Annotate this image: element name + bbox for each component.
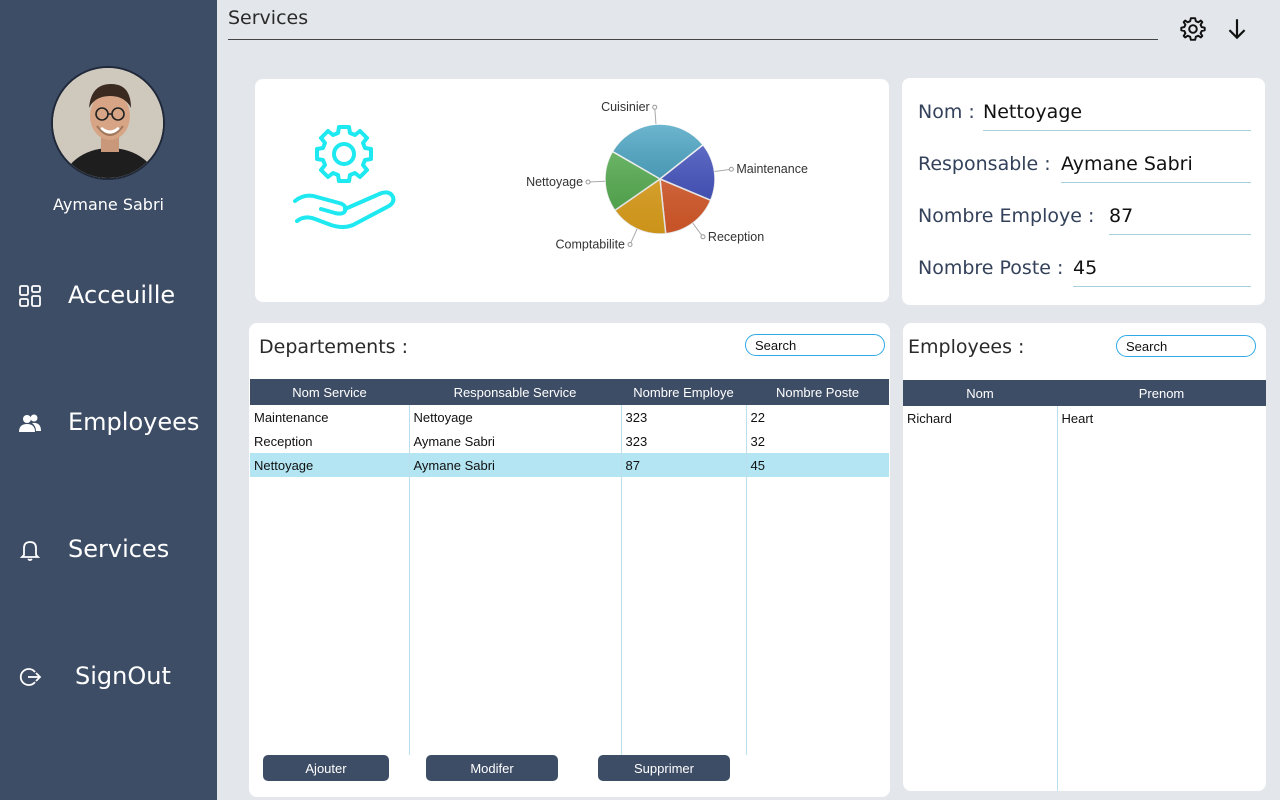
table-cell: Maintenance xyxy=(250,405,410,429)
table-cell: Heart xyxy=(1061,410,1094,426)
pie-leader-line xyxy=(654,107,657,125)
column-header[interactable]: Nom Service xyxy=(250,379,409,405)
pie-label: Comptabilite xyxy=(556,237,626,251)
column-header[interactable]: Responsable Service xyxy=(409,379,621,405)
pie-label: Cuisinier xyxy=(601,100,650,114)
edit-button[interactable]: Modifer xyxy=(426,755,558,781)
pie-leader-line xyxy=(714,168,732,173)
table-cell: 22 xyxy=(750,409,765,425)
pie-leader-line xyxy=(692,222,704,238)
table-cell: Reception xyxy=(250,429,410,453)
pie-leader-line xyxy=(588,180,606,183)
nombre-employe-label: Nombre Employe : xyxy=(918,205,1095,227)
column-header[interactable]: Prenom xyxy=(1057,380,1266,406)
nom-label: Nom : xyxy=(918,101,975,123)
pie-label: Reception xyxy=(708,230,764,244)
table-cell: 32 xyxy=(750,433,765,449)
avatar-portrait xyxy=(53,68,163,178)
nav-label-signout: SignOut xyxy=(75,662,171,690)
gear-icon[interactable] xyxy=(1180,16,1206,42)
responsable-label: Responsable : xyxy=(918,153,1051,175)
bell-icon xyxy=(19,541,41,561)
departements-title: Departements : xyxy=(259,336,409,358)
chart-card: Cuisinier Maintenance Reception Comptabilit… xyxy=(255,79,889,302)
nav-item-employees[interactable]: Employees xyxy=(0,397,217,447)
column-header[interactable]: Nom xyxy=(903,380,1057,406)
table-cell: Aymane Sabri xyxy=(409,429,622,453)
employees-table: Nom Prenom Richard Heart xyxy=(903,380,1266,430)
pie-leader-dot xyxy=(652,104,658,110)
pie-leader-dot xyxy=(585,179,591,185)
nom-field[interactable]: Nettoyage xyxy=(983,91,1251,131)
signout-icon xyxy=(19,668,42,686)
nav-label-employees: Employees xyxy=(68,408,200,436)
detail-row-responsable: Responsable : Aymane Sabri xyxy=(918,143,1251,183)
table-cell: Richard xyxy=(903,406,1058,430)
pie-leader-dot xyxy=(627,241,633,247)
employees-search-input[interactable] xyxy=(1116,335,1256,357)
detail-row-nom: Nom : Nettoyage xyxy=(918,91,1251,131)
download-arrow-icon[interactable] xyxy=(1224,16,1250,42)
services-pie-chart: Cuisinier Maintenance Reception Comptabilit… xyxy=(526,100,808,251)
add-button[interactable]: Ajouter xyxy=(263,755,389,781)
column-header[interactable]: Nombre Poste xyxy=(746,379,889,405)
column-divider xyxy=(1057,405,1058,791)
departements-table: Nom Service Responsable Service Nombre E… xyxy=(250,379,889,477)
pie-label: Nettoyage xyxy=(526,175,583,189)
grid-icon xyxy=(19,285,41,307)
page-title: Services xyxy=(228,7,309,29)
service-hand-gear-icon xyxy=(293,125,396,229)
departements-search-input[interactable] xyxy=(745,334,885,356)
table-cell: 323 xyxy=(621,405,747,429)
delete-button[interactable]: Supprimer xyxy=(598,755,730,781)
nav-item-acceuille[interactable]: Acceuille xyxy=(0,270,217,320)
employees-card: Employees : Nom Prenom Richard Heart xyxy=(903,323,1266,791)
nav-item-signout[interactable]: SignOut xyxy=(0,651,217,701)
pie-leader-dot xyxy=(728,166,734,172)
pie-leader-line xyxy=(629,228,638,245)
table-cell: Nettoyage xyxy=(409,405,622,429)
table-cell: 45 xyxy=(746,453,889,477)
header-divider xyxy=(228,39,1158,40)
table-row[interactable]: Maintenance Nettoyage 323 22 xyxy=(250,405,889,429)
user-name: Aymane Sabri xyxy=(53,195,164,214)
departements-card: Departements : Nom Service Responsable S… xyxy=(249,323,890,797)
nav-item-services[interactable]: Services xyxy=(0,524,217,574)
table-cell: Nettoyage xyxy=(250,453,410,477)
column-header[interactable]: Nombre Employe xyxy=(621,379,746,405)
employees-title: Employees : xyxy=(908,336,1025,358)
detail-row-nombre-employe: Nombre Employe : 87 xyxy=(918,195,1251,235)
table-header-row: Nom Prenom xyxy=(903,380,1266,406)
responsable-field[interactable]: Aymane Sabri xyxy=(1061,143,1251,183)
table-cell: Aymane Sabri xyxy=(409,453,622,477)
table-row[interactable]: Richard Heart xyxy=(903,406,1266,430)
sidebar: Aymane Sabri Acceuille Employees Service… xyxy=(0,0,217,800)
table-row[interactable]: Reception Aymane Sabri 323 32 xyxy=(250,429,889,453)
nombre-poste-field[interactable]: 45 xyxy=(1073,247,1251,287)
table-row-selected[interactable]: Nettoyage Aymane Sabri 87 45 xyxy=(250,453,889,477)
nav-label-services: Services xyxy=(68,535,170,563)
user-avatar[interactable] xyxy=(51,66,165,180)
pie-leader-dot xyxy=(700,234,706,240)
nombre-poste-label: Nombre Poste : xyxy=(918,257,1064,279)
pie-label: Maintenance xyxy=(736,162,808,176)
detail-row-nombre-poste: Nombre Poste : 45 xyxy=(918,247,1251,287)
table-cell: 87 xyxy=(621,453,747,477)
nombre-employe-field[interactable]: 87 xyxy=(1109,195,1251,235)
nav-label-acceuille: Acceuille xyxy=(68,281,176,309)
table-header-row: Nom Service Responsable Service Nombre E… xyxy=(250,379,889,405)
service-details-card: Nom : Nettoyage Responsable : Aymane Sab… xyxy=(902,78,1265,305)
users-icon xyxy=(19,414,41,432)
table-cell: 323 xyxy=(621,429,747,453)
